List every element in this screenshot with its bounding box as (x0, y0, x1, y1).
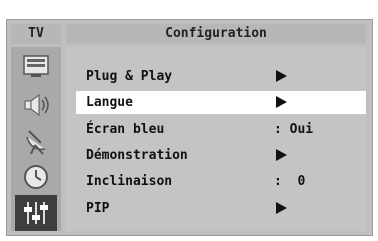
sidebar (11, 47, 61, 231)
menu-item-label: Démonstration (86, 148, 188, 163)
menu-item-langue[interactable]: Langue (76, 91, 366, 114)
timer-clock-icon[interactable] (15, 159, 57, 195)
menu-title: Configuration (66, 24, 366, 44)
menu-item-inclinaison[interactable]: Inclinaison : 0 (78, 170, 368, 193)
menu-item-demonstration[interactable]: Démonstration (78, 144, 368, 167)
menu-item-label: Écran bleu (86, 122, 165, 137)
channel-antenna-icon[interactable] (15, 123, 57, 159)
submenu-arrow-icon (276, 202, 287, 214)
menu-item-ecran-bleu[interactable]: Écran bleu : Oui (78, 118, 368, 141)
submenu-arrow-icon (276, 96, 287, 108)
menu-item-label: PIP (86, 201, 110, 216)
submenu-arrow-icon (276, 70, 287, 82)
tv-tab[interactable]: TV (11, 24, 61, 44)
submenu-arrow-icon (276, 149, 287, 161)
menu-item-label: Langue (86, 95, 133, 110)
menu-item-value: : Oui (274, 122, 314, 137)
picture-icon[interactable] (15, 49, 57, 85)
menu-item-plug-and-play[interactable]: Plug & Play (78, 65, 368, 88)
menu-item-value: : 0 (274, 174, 306, 189)
sound-icon[interactable] (15, 87, 57, 123)
menu-item-label: Inclinaison (86, 174, 173, 189)
menu-item-label: Plug & Play (86, 69, 173, 84)
setup-sliders-icon[interactable] (15, 195, 57, 231)
menu-item-pip[interactable]: PIP (78, 197, 368, 220)
